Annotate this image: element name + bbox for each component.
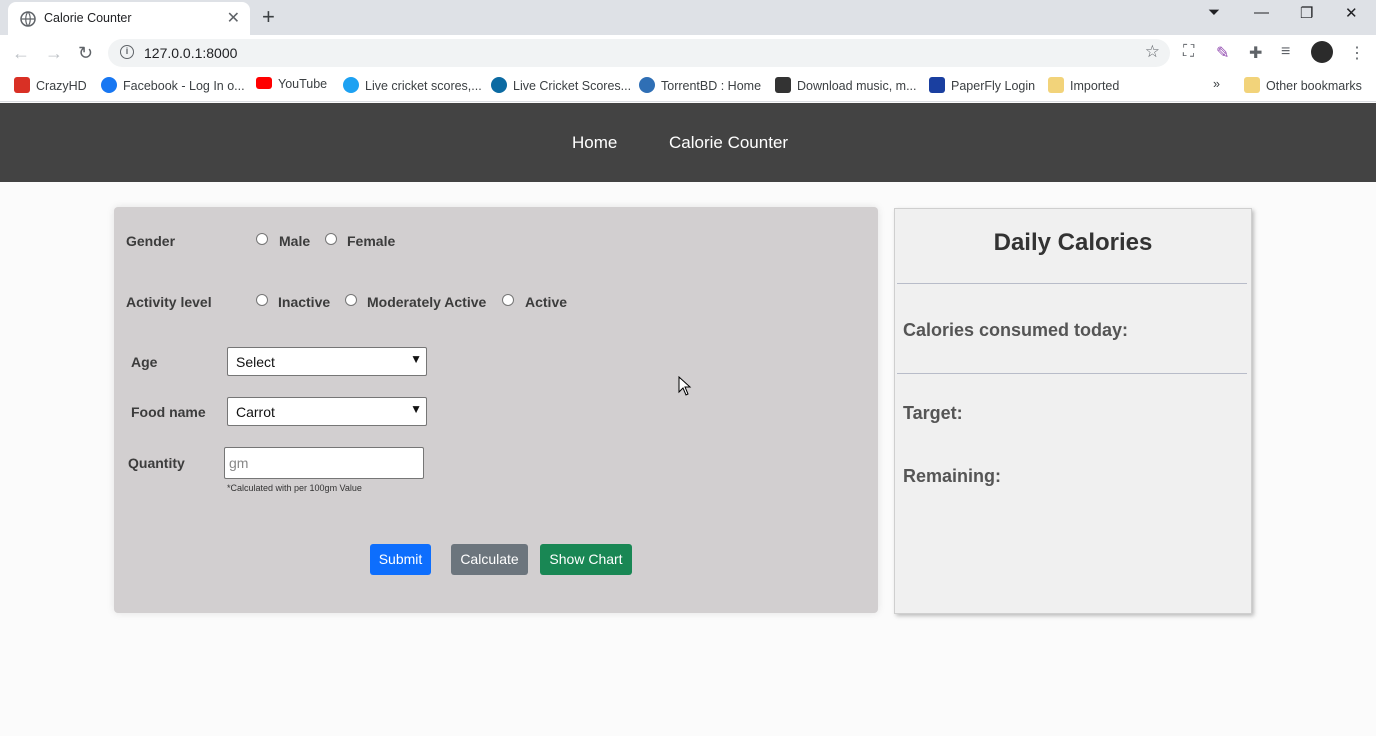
bookmark-label: Facebook - Log In o... — [123, 79, 245, 93]
bookmark-item[interactable]: PaperFly Login — [929, 77, 1035, 93]
bookmark-label: TorrentBD : Home — [661, 79, 762, 93]
activity-active-label: Active — [525, 294, 568, 310]
bookmark-label: PaperFly Login — [951, 79, 1036, 93]
bookmark-folder[interactable]: Imported — [1048, 77, 1119, 93]
calories-consumed-label: Calories consumed today: — [903, 320, 1129, 340]
extensions-icon[interactable]: ✚ — [1249, 43, 1262, 63]
bookmark-item[interactable]: YouTube — [256, 77, 327, 91]
youtube-icon — [256, 77, 272, 89]
quantity-note: *Calculated with per 100gm Value — [227, 483, 362, 493]
forward-icon[interactable]: → — [45, 43, 63, 64]
activity-inactive-label: Inactive — [278, 294, 331, 310]
bookmark-label: Imported — [1070, 79, 1120, 93]
new-tab-icon[interactable]: + — [262, 4, 275, 30]
minimize-icon[interactable]: — — [1254, 4, 1269, 21]
feather-extension-icon[interactable]: ✎ — [1216, 43, 1229, 63]
age-select[interactable]: Select ▼ — [227, 347, 427, 376]
bookmark-item[interactable]: TorrentBD : Home — [639, 77, 761, 93]
bookmark-label: Download music, m... — [797, 79, 917, 93]
folder-icon — [1244, 77, 1260, 93]
age-label: Age — [131, 354, 158, 370]
browser-tabstrip: Calorie Counter ✕ + ⏷ — ❐ ✕ — [0, 0, 1376, 35]
other-bookmarks-folder[interactable]: Other bookmarks — [1244, 77, 1362, 93]
bookmark-item[interactable]: Facebook - Log In o... — [101, 77, 245, 93]
gender-male-radio[interactable] — [256, 233, 268, 245]
quantity-input[interactable]: gm — [224, 447, 424, 479]
remaining-label: Remaining: — [903, 466, 1002, 486]
more-bookmarks-icon[interactable]: » — [1213, 77, 1220, 91]
nav-calorie-counter-link[interactable]: Calorie Counter — [669, 133, 788, 153]
calorie-form: Gender Male Female Activity level Inacti… — [114, 207, 878, 613]
crazyhd-icon — [14, 77, 30, 93]
daily-calories-panel: Daily Calories Calories consumed today: … — [894, 208, 1252, 614]
food-select-value: Carrot — [236, 404, 275, 420]
download-icon — [775, 77, 791, 93]
close-window-icon[interactable]: ✕ — [1345, 4, 1358, 22]
target-label: Target: — [903, 403, 963, 423]
bookmark-label: YouTube — [278, 77, 328, 91]
profile-menu-icon[interactable]: ⏷ — [1208, 4, 1220, 21]
gender-female-radio[interactable] — [325, 233, 337, 245]
bookmark-label: CrazyHD — [36, 79, 87, 93]
browser-tab[interactable]: Calorie Counter ✕ — [8, 2, 250, 35]
bookmark-item[interactable]: Live cricket scores,... — [343, 77, 482, 93]
close-tab-icon[interactable]: ✕ — [227, 8, 240, 28]
divider — [897, 283, 1247, 284]
facebook-icon — [101, 77, 117, 93]
bookmark-star-icon[interactable]: ☆ — [1145, 42, 1160, 62]
food-name-select[interactable]: Carrot ▼ — [227, 397, 427, 426]
address-bar[interactable]: i 127.0.0.1:8000 ☆ — [108, 39, 1170, 67]
screenshot-icon[interactable]: ⛶ — [1183, 43, 1194, 61]
menu-dots-icon[interactable]: ⋮ — [1349, 43, 1365, 63]
activity-inactive-radio[interactable] — [256, 294, 268, 306]
gender-label: Gender — [126, 233, 176, 249]
activity-active-radio[interactable] — [502, 294, 514, 306]
submit-button[interactable]: Submit — [370, 544, 431, 575]
activity-level-label: Activity level — [126, 294, 212, 310]
age-select-value: Select — [236, 354, 275, 370]
globe-icon — [20, 11, 36, 27]
gender-female-label: Female — [347, 233, 396, 249]
bookmark-item[interactable]: Download music, m... — [775, 77, 916, 93]
food-name-label: Food name — [131, 404, 206, 420]
bookmarks-bar: CrazyHD Facebook - Log In o... YouTube L… — [0, 71, 1376, 102]
site-navbar: Home Calorie Counter — [0, 103, 1376, 182]
folder-icon — [1048, 77, 1064, 93]
reload-icon[interactable]: ↻ — [78, 43, 93, 64]
gender-male-label: Male — [279, 233, 311, 249]
activity-moderate-label: Moderately Active — [367, 294, 487, 310]
site-info-icon[interactable]: i — [120, 45, 134, 59]
back-icon[interactable]: ← — [12, 43, 30, 64]
address-url: 127.0.0.1:8000 — [144, 45, 238, 61]
chevron-down-icon: ▼ — [410, 352, 422, 366]
torrentbd-icon — [639, 77, 655, 93]
other-bookmarks-label: Other bookmarks — [1266, 79, 1362, 93]
quantity-placeholder: gm — [229, 455, 249, 471]
bookmark-item[interactable]: CrazyHD — [14, 77, 87, 93]
quantity-label: Quantity — [128, 455, 185, 471]
bookmark-label: Live Cricket Scores... — [513, 79, 632, 93]
restore-icon[interactable]: ❐ — [1300, 4, 1313, 22]
show-chart-button[interactable]: Show Chart — [540, 544, 632, 575]
espn-cricinfo-icon — [491, 77, 507, 93]
daily-calories-title: Daily Calories — [993, 229, 1153, 256]
media-icon[interactable]: ≡ — [1281, 43, 1290, 61]
mouse-cursor-icon — [678, 376, 692, 396]
browser-toolbar: ← → ↻ i 127.0.0.1:8000 ☆ ⛶ ✎ ✚ ≡ ⋮ — [0, 35, 1376, 71]
activity-moderate-radio[interactable] — [345, 294, 357, 306]
divider — [897, 373, 1247, 374]
paperfly-icon — [929, 77, 945, 93]
calculate-button[interactable]: Calculate — [451, 544, 528, 575]
profile-avatar[interactable] — [1311, 41, 1333, 63]
tab-title: Calorie Counter — [44, 11, 132, 25]
cricket-icon — [343, 77, 359, 93]
nav-home-link[interactable]: Home — [572, 133, 617, 153]
bookmark-label: Live cricket scores,... — [365, 79, 482, 93]
chevron-down-icon: ▼ — [410, 402, 422, 416]
bookmark-item[interactable]: Live Cricket Scores... — [491, 77, 631, 93]
